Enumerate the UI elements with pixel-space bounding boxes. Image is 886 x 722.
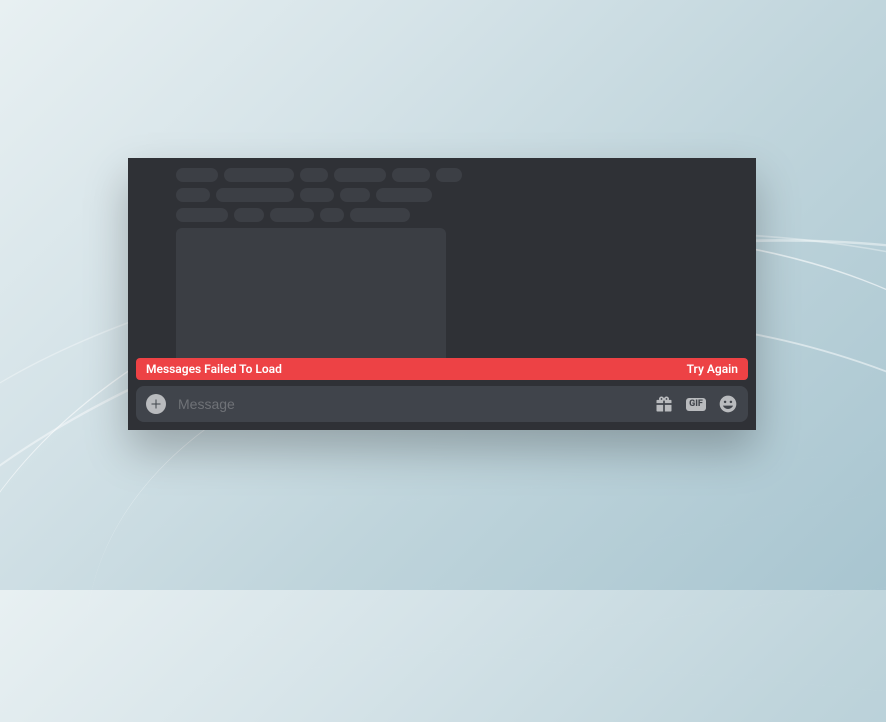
skeleton-pill bbox=[270, 208, 314, 222]
gif-picker-button[interactable]: GIF bbox=[686, 394, 706, 414]
gif-icon: GIF bbox=[686, 398, 706, 411]
skeleton-attachment bbox=[176, 228, 446, 358]
message-composer: GIF bbox=[136, 386, 748, 422]
skeleton-pill bbox=[300, 188, 334, 202]
emoji-picker-button[interactable] bbox=[718, 394, 738, 414]
message-skeleton-loader bbox=[128, 158, 756, 358]
skeleton-pill bbox=[350, 208, 410, 222]
composer-actions: GIF bbox=[654, 394, 738, 414]
skeleton-pill bbox=[176, 168, 218, 182]
smiley-icon bbox=[718, 394, 738, 414]
skeleton-pill bbox=[436, 168, 462, 182]
skeleton-pill bbox=[392, 168, 430, 182]
skeleton-pill bbox=[334, 168, 386, 182]
skeleton-pill bbox=[234, 208, 264, 222]
gift-icon bbox=[654, 394, 674, 414]
skeleton-row bbox=[176, 208, 756, 222]
try-again-button[interactable]: Try Again bbox=[687, 362, 738, 376]
gift-button[interactable] bbox=[654, 394, 674, 414]
skeleton-pill bbox=[340, 188, 370, 202]
error-message: Messages Failed To Load bbox=[146, 362, 282, 376]
add-attachment-button[interactable] bbox=[146, 394, 166, 414]
plus-icon bbox=[150, 398, 162, 410]
error-banner: Messages Failed To Load Try Again bbox=[136, 358, 748, 380]
skeleton-pill bbox=[216, 188, 294, 202]
skeleton-pill bbox=[176, 188, 210, 202]
skeleton-row bbox=[176, 168, 756, 182]
chat-window: Messages Failed To Load Try Again GIF bbox=[128, 158, 756, 430]
skeleton-pill bbox=[320, 208, 344, 222]
skeleton-pill bbox=[376, 188, 432, 202]
skeleton-row bbox=[176, 188, 756, 202]
skeleton-pill bbox=[224, 168, 294, 182]
skeleton-pill bbox=[176, 208, 228, 222]
message-input[interactable] bbox=[178, 396, 642, 412]
skeleton-pill bbox=[300, 168, 328, 182]
